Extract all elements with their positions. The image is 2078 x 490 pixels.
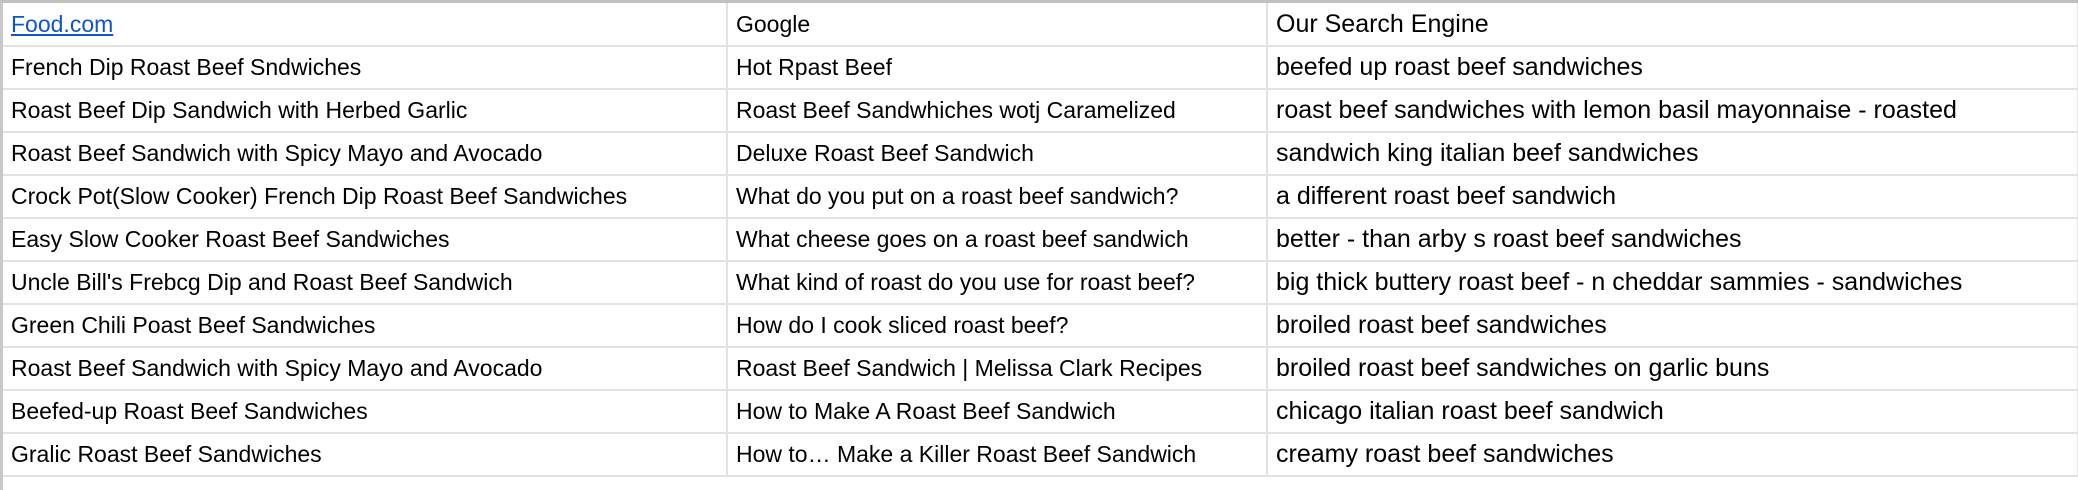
table-row: Green Chili Poast Beef Sandwiches How do …: [3, 304, 2078, 348]
cell-foodcom[interactable]: Beefed-up Roast Beef Sandwiches: [3, 390, 728, 434]
cell-foodcom[interactable]: Uncle Bill's Frebcg Dip and Roast Beef S…: [3, 261, 728, 305]
header-row: Food.com Google Our Search Engine: [3, 3, 2078, 47]
cell-google[interactable]: Hot Rpast Beef: [727, 46, 1268, 90]
cell-our-search-engine[interactable]: sandwich king italian beef sandwiches: [1267, 132, 2078, 176]
cell-google[interactable]: What cheese goes on a roast beef sandwic…: [727, 218, 1268, 262]
cell-foodcom[interactable]: Gralic Roast Beef Sandwiches: [3, 433, 728, 477]
cell-our-search-engine[interactable]: broiled roast beef sandwiches: [1267, 304, 2078, 348]
table-row: Easy Slow Cooker Roast Beef Sandwiches Wh…: [3, 218, 2078, 262]
table-row: Roast Beef Sandwich with Spicy Mayo and …: [3, 132, 2078, 176]
cell-foodcom[interactable]: Roast Beef Dip Sandwich with Herbed Garl…: [3, 89, 728, 133]
results-table: Food.com Google Our Search Engine French…: [3, 3, 2078, 477]
cell-our-search-engine[interactable]: creamy roast beef sandwiches: [1267, 433, 2078, 477]
cell-our-search-engine[interactable]: roast beef sandwiches with lemon basil m…: [1267, 89, 2078, 133]
cell-our-search-engine[interactable]: beefed up roast beef sandwiches: [1267, 46, 2078, 90]
cell-our-search-engine[interactable]: chicago italian roast beef sandwich: [1267, 390, 2078, 434]
spreadsheet-grid: Food.com Google Our Search Engine French…: [0, 0, 2078, 490]
cell-google[interactable]: What do you put on a roast beef sandwich…: [727, 175, 1268, 219]
cell-google[interactable]: What kind of roast do you use for roast …: [727, 261, 1268, 305]
cell-google[interactable]: Deluxe Roast Beef Sandwich: [727, 132, 1268, 176]
foodcom-link[interactable]: Food.com: [11, 11, 113, 37]
table-row: Gralic Roast Beef Sandwiches How to… Make…: [3, 433, 2078, 477]
table-row: Beefed-up Roast Beef Sandwiches How to Ma…: [3, 390, 2078, 434]
cell-foodcom[interactable]: Crock Pot(Slow Cooker) French Dip Roast …: [3, 175, 728, 219]
cell-our-search-engine[interactable]: better - than arby s roast beef sandwich…: [1267, 218, 2078, 262]
cell-header-foodcom[interactable]: Food.com: [3, 3, 728, 47]
cell-foodcom[interactable]: Green Chili Poast Beef Sandwiches: [3, 304, 728, 348]
cell-header-our-search-engine[interactable]: Our Search Engine: [1267, 3, 2078, 47]
table-row: French Dip Roast Beef Sndwiches Hot Rpast…: [3, 46, 2078, 90]
table-row: Roast Beef Dip Sandwich with Herbed Garl…: [3, 89, 2078, 133]
table-row: Roast Beef Sandwich with Spicy Mayo and …: [3, 347, 2078, 391]
table-row: Uncle Bill's Frebcg Dip and Roast Beef S…: [3, 261, 2078, 305]
cell-our-search-engine[interactable]: broiled roast beef sandwiches on garlic …: [1267, 347, 2078, 391]
cell-header-google[interactable]: Google: [727, 3, 1268, 47]
cell-google[interactable]: How to… Make a Killer Roast Beef Sandwic…: [727, 433, 1268, 477]
cell-google[interactable]: Roast Beef Sandwhiches wotj Caramelized: [727, 89, 1268, 133]
cell-google[interactable]: How do I cook sliced roast beef?: [727, 304, 1268, 348]
cell-foodcom[interactable]: Easy Slow Cooker Roast Beef Sandwiches: [3, 218, 728, 262]
cell-google[interactable]: Roast Beef Sandwich | Melissa Clark Reci…: [727, 347, 1268, 391]
table-row: Crock Pot(Slow Cooker) French Dip Roast …: [3, 175, 2078, 219]
cell-foodcom[interactable]: Roast Beef Sandwich with Spicy Mayo and …: [3, 347, 728, 391]
cell-foodcom[interactable]: Roast Beef Sandwich with Spicy Mayo and …: [3, 132, 728, 176]
cell-foodcom[interactable]: French Dip Roast Beef Sndwiches: [3, 46, 728, 90]
cell-our-search-engine[interactable]: a different roast beef sandwich: [1267, 175, 2078, 219]
cell-google[interactable]: How to Make A Roast Beef Sandwich: [727, 390, 1268, 434]
cell-our-search-engine[interactable]: big thick buttery roast beef - n cheddar…: [1267, 261, 2078, 305]
